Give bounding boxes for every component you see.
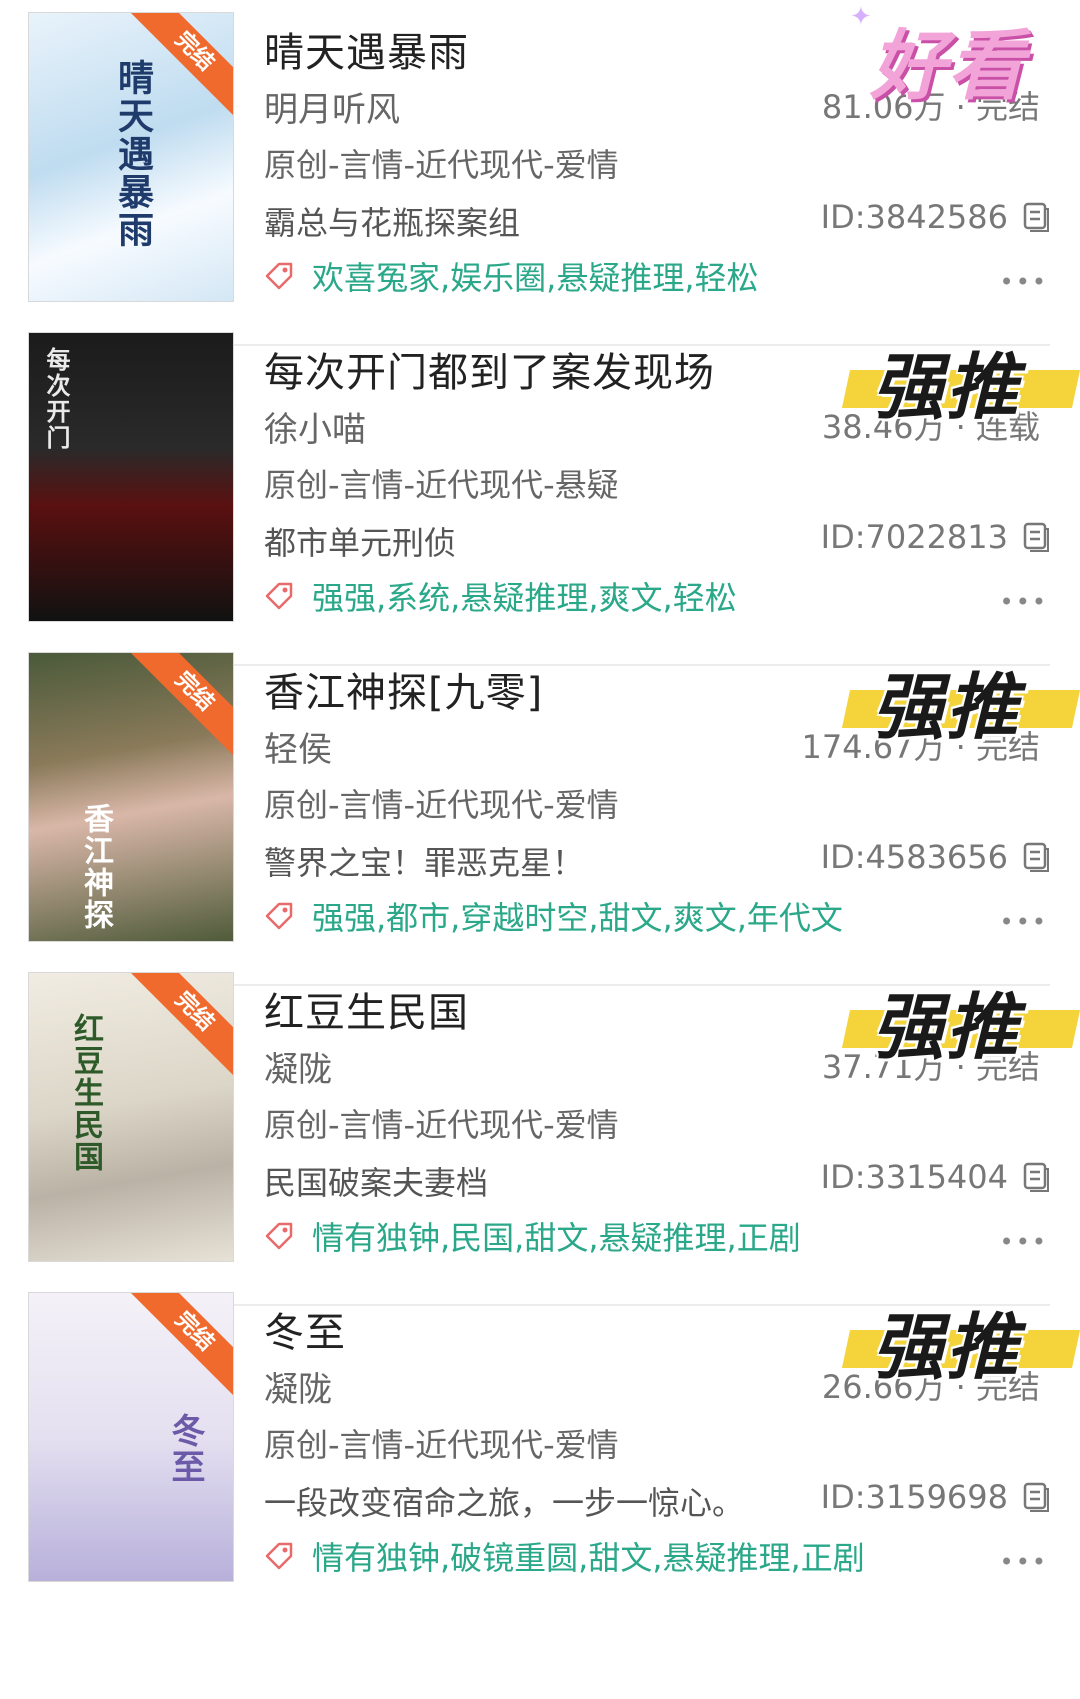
more-options-icon[interactable]: ••• [1000, 1548, 1048, 1576]
book-tags[interactable]: 情有独钟,破镜重圆,甜文,悬疑推理,正剧 [312, 1533, 865, 1579]
book-description: 都市单元刑侦 [264, 524, 457, 562]
book-description: 一段改变宿命之旅，一步一惊心。 [264, 1484, 745, 1522]
tag-icon [265, 262, 293, 290]
book-author[interactable]: 徐小喵 [264, 402, 366, 451]
book-genre: 原创-言情-近代现代-爱情 [264, 786, 619, 824]
list-item[interactable]: 香江神探 完结 香江神探[九零] 轻侯 原创-言情-近代现代-爱情 警界之宝！罪… [0, 640, 1080, 986]
sparkle-icon: ✦ [850, 2, 872, 32]
book-description: 警界之宝！罪恶克星！ [264, 844, 585, 882]
book-id: ID:4583656 [820, 838, 1008, 876]
recommend-badge-strong: 强推 [841, 1292, 1080, 1389]
tags-row: 情有独钟,破镜重圆,甜文,悬疑推理,正剧 [264, 1534, 865, 1578]
book-id-row: ID:7022813 [821, 518, 1050, 556]
book-author[interactable]: 明月听风 [264, 82, 400, 131]
more-options-icon[interactable]: ••• [1000, 588, 1048, 616]
book-tags[interactable]: 情有独钟,民国,甜文,悬疑推理,正剧 [312, 1213, 801, 1259]
more-options-icon[interactable]: ••• [1000, 1228, 1048, 1256]
book-cover[interactable]: 香江神探 完结 [28, 652, 234, 942]
book-id: ID:3315404 [820, 1158, 1008, 1196]
book-title[interactable]: 红豆生民国 [264, 980, 469, 1038]
cover-title: 晴天遇暴雨 [112, 59, 154, 249]
book-id: ID:3159698 [820, 1478, 1008, 1516]
copy-icon[interactable] [1022, 1481, 1050, 1513]
book-title[interactable]: 香江神探[九零] [264, 660, 543, 718]
tag-icon [265, 1222, 293, 1250]
book-tags[interactable]: 强强,系统,悬疑推理,爽文,轻松 [312, 573, 737, 619]
book-genre: 原创-言情-近代现代-爱情 [264, 146, 619, 184]
book-author[interactable]: 凝陇 [264, 1362, 332, 1411]
more-options-icon[interactable]: ••• [1000, 908, 1048, 936]
book-cover[interactable]: 每次开门 [28, 332, 234, 622]
recommend-badge-good: ✦ 好看 [850, 2, 1026, 110]
book-tags[interactable]: 欢喜冤家,娱乐圈,悬疑推理,轻松 [312, 253, 759, 299]
book-cover[interactable]: 冬至 完结 [28, 1292, 234, 1582]
tags-row: 强强,都市,穿越时空,甜文,爽文,年代文 [264, 894, 843, 938]
list-item[interactable]: 红豆生民国 完结 红豆生民国 凝陇 原创-言情-近代现代-爱情 民国破案夫妻档 … [0, 960, 1080, 1306]
cover-title: 冬至 [165, 1413, 205, 1485]
book-id-row: ID:3159698 [821, 1478, 1050, 1516]
tag-icon [265, 582, 293, 610]
tags-row: 强强,系统,悬疑推理,爽文,轻松 [264, 574, 737, 618]
book-description: 民国破案夫妻档 [264, 1164, 489, 1202]
book-author[interactable]: 凝陇 [264, 1042, 332, 1091]
recommend-badge-strong: 强推 [841, 332, 1080, 429]
list-item[interactable]: 每次开门 每次开门都到了案发现场 徐小喵 原创-言情-近代现代-悬疑 都市单元刑… [0, 320, 1080, 666]
tag-icon [265, 1542, 293, 1570]
book-title[interactable]: 晴天遇暴雨 [264, 20, 469, 78]
book-id-row: ID:4583656 [821, 838, 1050, 876]
book-id-row: ID:3842586 [821, 198, 1050, 236]
recommend-badge-strong: 强推 [841, 972, 1080, 1069]
book-tags[interactable]: 强强,都市,穿越时空,甜文,爽文,年代文 [312, 893, 843, 939]
book-genre: 原创-言情-近代现代-悬疑 [264, 466, 619, 504]
cover-title: 红豆生民国 [68, 1013, 103, 1173]
book-genre: 原创-言情-近代现代-爱情 [264, 1106, 619, 1144]
book-id: ID:7022813 [820, 518, 1008, 556]
book-cover[interactable]: 红豆生民国 完结 [28, 972, 234, 1262]
copy-icon[interactable] [1022, 201, 1050, 233]
tags-row: 欢喜冤家,娱乐圈,悬疑推理,轻松 [264, 254, 759, 298]
copy-icon[interactable] [1022, 521, 1050, 553]
tags-row: 情有独钟,民国,甜文,悬疑推理,正剧 [264, 1214, 801, 1258]
list-item[interactable]: 晴天遇暴雨 完结 晴天遇暴雨 明月听风 原创-言情-近代现代-爱情 霸总与花瓶探… [0, 0, 1080, 346]
recommend-badge-strong: 强推 [841, 652, 1080, 749]
book-title[interactable]: 冬至 [264, 1300, 346, 1358]
cover-title: 香江神探 [78, 803, 113, 931]
book-title[interactable]: 每次开门都到了案发现场 [264, 340, 715, 398]
tag-icon [265, 902, 293, 930]
cover-title: 每次开门 [42, 347, 71, 451]
list-item[interactable]: 冬至 完结 冬至 凝陇 原创-言情-近代现代-爱情 一段改变宿命之旅，一步一惊心… [0, 1280, 1080, 1699]
book-author[interactable]: 轻侯 [264, 722, 332, 771]
book-id-row: ID:3315404 [821, 1158, 1050, 1196]
copy-icon[interactable] [1022, 1161, 1050, 1193]
book-genre: 原创-言情-近代现代-爱情 [264, 1426, 619, 1464]
book-description: 霸总与花瓶探案组 [264, 204, 521, 242]
book-id: ID:3842586 [820, 198, 1008, 236]
copy-icon[interactable] [1022, 841, 1050, 873]
more-options-icon[interactable]: ••• [1000, 268, 1048, 296]
book-cover[interactable]: 晴天遇暴雨 完结 [28, 12, 234, 302]
